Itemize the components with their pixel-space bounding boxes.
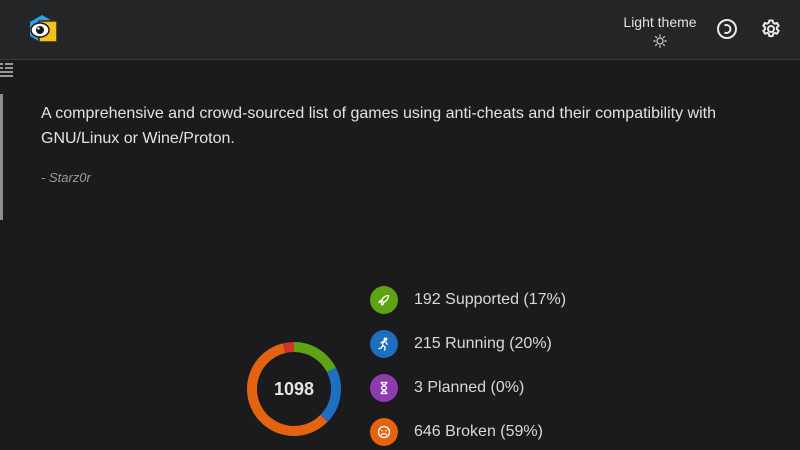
theme-toggle-label: Light theme xyxy=(623,14,697,30)
quote-bar xyxy=(0,94,3,220)
legend-label-planned: 3 Planned (0%) xyxy=(414,379,525,396)
list-icon[interactable] xyxy=(0,62,14,78)
rocket-icon xyxy=(370,286,398,314)
donut-segment-supported xyxy=(293,342,336,373)
hourglass-icon xyxy=(370,374,398,402)
theme-toggle[interactable]: Light theme xyxy=(618,11,702,51)
legend-label-broken: 646 Broken (59%) xyxy=(414,423,543,440)
total-games-count: 1098 xyxy=(273,379,315,399)
legend-label-running: 215 Running (20%) xyxy=(414,335,552,352)
eye-shield-logo-icon[interactable] xyxy=(24,12,60,48)
legend-label-supported: 192 Supported (17%) xyxy=(414,291,567,308)
donut-segment-other xyxy=(282,342,295,354)
navbar: Light theme xyxy=(0,0,800,60)
circle-arrow-icon[interactable] xyxy=(716,18,738,40)
donut-segment-planned xyxy=(320,414,329,422)
sun-icon xyxy=(653,34,667,48)
gear-icon[interactable] xyxy=(760,18,782,40)
quote-author: - Starz0r xyxy=(41,170,91,185)
quote-text: A comprehensive and crowd-sourced list o… xyxy=(41,105,716,147)
sad-face-icon xyxy=(370,418,398,446)
running-person-icon xyxy=(370,330,398,358)
